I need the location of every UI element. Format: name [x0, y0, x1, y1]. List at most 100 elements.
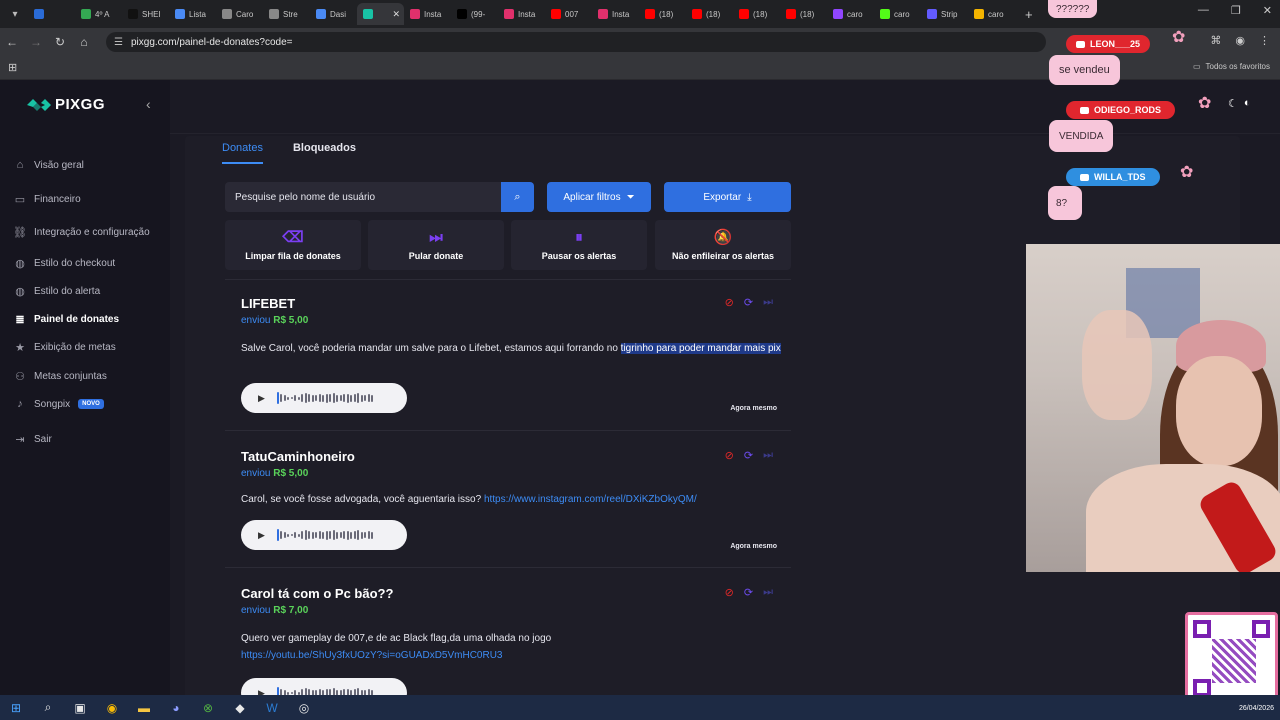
sidebar-item-label: Integração e configuração — [34, 226, 150, 238]
sidebar-item[interactable]: ⌂ Visão geral — [14, 157, 84, 173]
browser-tab[interactable]: 4º A — [75, 3, 122, 25]
search-icon[interactable]: ⌕ — [32, 695, 64, 720]
discord-icon[interactable]: ◕ — [160, 695, 192, 720]
close-tab-icon[interactable]: ✕ — [392, 9, 400, 20]
browser-tab[interactable]: ✕ — [357, 3, 404, 25]
apps-grid-icon[interactable]: ⊞ — [8, 61, 17, 74]
apply-filters-button[interactable]: Aplicar filtros ⏷ — [547, 182, 651, 212]
donate-message: Salve Carol, você poderia mandar um salv… — [241, 340, 781, 357]
browser-tab[interactable]: caro — [968, 3, 1015, 25]
export-button[interactable]: Exportar ⤓ — [664, 182, 791, 212]
taskview-icon[interactable]: ▣ — [64, 695, 96, 720]
theme-toggle[interactable]: ☾ ◐ — [1228, 97, 1251, 110]
skip-icon[interactable]: ⏭ — [763, 586, 773, 599]
skip-icon[interactable]: ⏭ — [763, 296, 773, 309]
sidebar-item[interactable]: ⛓ Integração e configuração — [13, 224, 150, 240]
replay-icon[interactable]: ⟳ — [744, 449, 753, 462]
reload-icon[interactable]: ↻ — [48, 35, 72, 49]
sidebar-item[interactable]: ★ Exibição de metas — [14, 339, 116, 355]
browser-tab[interactable]: (18) — [733, 3, 780, 25]
replay-icon[interactable]: ⟳ — [744, 296, 753, 309]
message-link[interactable]: https://www.instagram.com/reel/DXiKZbOky… — [484, 494, 697, 505]
sidebar-item[interactable]: ◍ Estilo do checkout — [14, 255, 115, 271]
site-info-icon[interactable]: ☰ — [114, 37, 123, 48]
home-icon[interactable]: ⌂ — [72, 35, 96, 49]
sidebar-item[interactable]: ▭ Financeiro — [14, 191, 81, 207]
donate-amount-line: enviou R$ 5,00 — [241, 468, 308, 479]
replay-icon[interactable]: ⟳ — [744, 586, 753, 599]
collapse-sidebar-icon[interactable]: ‹ — [146, 96, 151, 112]
url-field[interactable]: ☰ pixgg.com/painel-de-donates?code= — [106, 32, 1046, 52]
back-icon[interactable]: ← — [0, 35, 24, 49]
block-icon[interactable]: ⊘ — [725, 449, 734, 462]
search-input[interactable]: Pesquise pelo nome de usuário — [225, 182, 501, 212]
audio-player[interactable]: ▶ — [241, 383, 407, 413]
tab-label: caro — [894, 9, 910, 19]
browser-tab[interactable] — [28, 3, 75, 25]
pixgg-logo[interactable]: PIXGG — [27, 96, 105, 113]
sidebar-item[interactable]: ⚇ Metas conjuntas — [14, 368, 107, 384]
browser-tab[interactable]: Strip — [921, 3, 968, 25]
minimize-icon[interactable]: — — [1198, 4, 1209, 17]
shield-icon[interactable]: ◆ — [224, 695, 256, 720]
menu-icon[interactable]: ⋮ — [1259, 34, 1270, 47]
tab-favicon-icon — [880, 9, 890, 19]
browser-tab[interactable]: SHEI — [122, 3, 169, 25]
browser-tab[interactable]: Dasi — [310, 3, 357, 25]
sidebar-item-label: Sair — [34, 433, 52, 445]
music-icon: ♪ — [17, 398, 23, 410]
search-button[interactable]: ⌕ — [501, 182, 534, 212]
audio-waveform[interactable] — [276, 529, 374, 541]
tab-donates[interactable]: Donates — [222, 142, 263, 164]
block-icon[interactable]: ⊘ — [725, 586, 734, 599]
message-link[interactable]: https://youtu.be/ShUy3fxUOzY?si=oGUADxD5… — [241, 650, 503, 661]
browser-tab[interactable]: 007 — [545, 3, 592, 25]
restore-icon[interactable]: ❐ — [1231, 4, 1241, 17]
browser-tab[interactable]: Caro — [216, 3, 263, 25]
donate-message: Carol, se você fosse advogada, você ague… — [241, 491, 781, 508]
sidebar-item[interactable]: ◍ Estilo do alerta — [14, 283, 100, 299]
browser-tab[interactable]: Insta — [592, 3, 639, 25]
play-icon[interactable]: ▶ — [258, 393, 265, 404]
browser-tab[interactable]: (99- — [451, 3, 498, 25]
browser-tab[interactable]: (18) — [780, 3, 827, 25]
browser-tab[interactable]: Insta — [404, 3, 451, 25]
block-icon[interactable]: ⊘ — [725, 296, 734, 309]
audio-player[interactable]: ▶ — [241, 520, 407, 550]
play-icon[interactable]: ▶ — [258, 530, 265, 541]
obs-icon[interactable]: ◎ — [288, 695, 320, 720]
chrome-icon[interactable]: ◉ — [96, 695, 128, 720]
audio-waveform[interactable] — [276, 392, 374, 404]
link-icon: ⛓ — [13, 226, 27, 239]
browser-tab[interactable]: caro — [827, 3, 874, 25]
pause-alerts-button[interactable]: ⏸ Pausar os alertas — [511, 220, 647, 270]
browser-tab[interactable]: (18) — [686, 3, 733, 25]
xbox-icon[interactable]: ⊗ — [192, 695, 224, 720]
sidebar-item[interactable]: ≣ Painel de donates — [14, 311, 119, 327]
word-icon[interactable]: W — [256, 695, 288, 720]
tab-label: Caro — [236, 9, 254, 19]
browser-tab[interactable]: (18) — [639, 3, 686, 25]
skip-donate-button[interactable]: ⏭ Pular donate — [368, 220, 504, 270]
forward-icon[interactable]: → — [24, 35, 48, 49]
clear-queue-button[interactable]: ⌫ Limpar fila de donates — [225, 220, 361, 270]
no-queue-alerts-button[interactable]: 🔕 Não enfileirar os alertas — [655, 220, 791, 270]
windows-icon[interactable]: ⊞ — [0, 695, 32, 720]
sidebar-item[interactable]: ♪ Songpix NOVO — [14, 396, 104, 412]
donate-card: Carol tá com o Pc bão?? enviou R$ 7,00 ⊘… — [225, 567, 791, 708]
skip-icon[interactable]: ⏭ — [763, 449, 773, 462]
browser-tab[interactable]: caro — [874, 3, 921, 25]
browser-tab[interactable]: Insta — [498, 3, 545, 25]
browser-tab[interactable]: Lista — [169, 3, 216, 25]
extension-icon[interactable]: ⌘ — [1210, 34, 1221, 47]
tab-favicon-icon — [739, 9, 749, 19]
sidebar-item[interactable]: ⇥ Sair — [14, 431, 52, 447]
new-tab-icon[interactable]: + — [1025, 7, 1033, 22]
explorer-icon[interactable]: ▬ — [128, 695, 160, 720]
all-bookmarks[interactable]: ▭ Todos os favoritos — [1193, 62, 1270, 71]
browser-tab[interactable]: Stre — [263, 3, 310, 25]
close-window-icon[interactable]: ✕ — [1263, 4, 1272, 17]
tab-blocked[interactable]: Bloqueados — [293, 142, 356, 164]
profile-icon[interactable]: ◉ — [1235, 34, 1245, 47]
tab-search-menu-icon[interactable]: ▾ — [2, 4, 28, 24]
